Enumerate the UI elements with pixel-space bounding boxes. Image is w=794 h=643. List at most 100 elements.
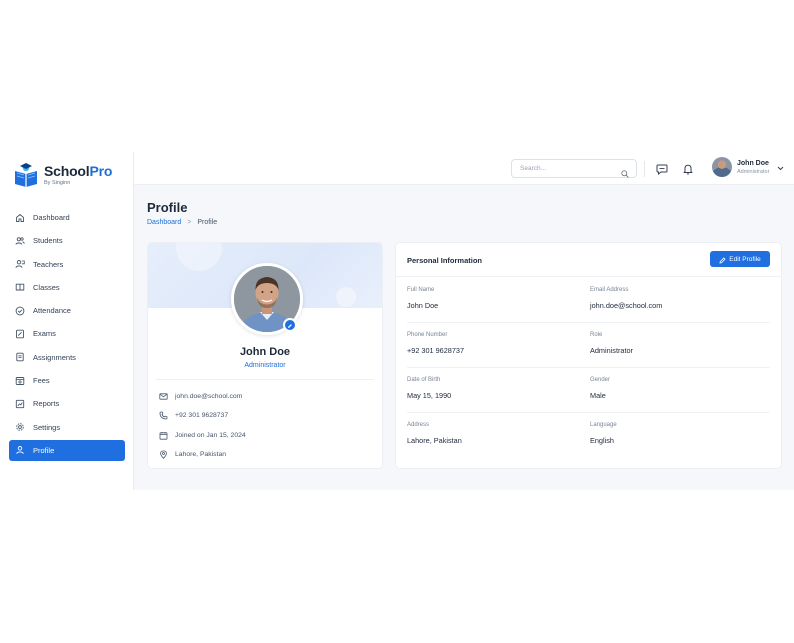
breadcrumb-separator: >: [187, 219, 192, 226]
sidebar-item-label: Dashboard: [33, 213, 70, 222]
sidebar-item-label: Fees: [33, 376, 50, 386]
sidebar-item-label: Exams: [33, 329, 56, 339]
field-email: Email Address john.doe@school.com: [590, 287, 662, 310]
field-value: Male: [590, 391, 606, 400]
field-full-name: Full Name John Doe: [407, 287, 438, 310]
field-label: Language: [590, 422, 617, 428]
divider: [407, 367, 770, 368]
sidebar-item-teachers[interactable]: Teachers: [9, 254, 125, 275]
brand-name: SchoolPro: [44, 163, 113, 179]
pencil-icon: [287, 316, 293, 334]
sidebar-item-fees[interactable]: Fees: [9, 370, 125, 391]
personal-info-card: Personal Information Edit Profile Full N…: [395, 242, 782, 469]
profile-phone-row: +92 301 9628737: [159, 406, 246, 425]
user-icon: [15, 445, 25, 455]
fees-icon: [15, 376, 25, 386]
user-menu[interactable]: John Doe Administrator: [712, 157, 784, 177]
profile-joined-row: Joined on Jan 15, 2024: [159, 426, 246, 445]
sidebar-item-settings[interactable]: Settings: [9, 417, 125, 438]
sidebar-item-label: Classes: [33, 282, 60, 292]
sidebar-item-profile[interactable]: Profile: [9, 439, 125, 461]
sidebar-item-label: Attendance: [33, 306, 71, 316]
sidebar-item-students[interactable]: Students: [9, 230, 125, 251]
field-value: Lahore, Pakistan: [407, 436, 462, 445]
search-box: [511, 159, 637, 178]
teacher-icon: [15, 259, 25, 269]
reports-icon: [15, 399, 25, 409]
classes-icon: [15, 282, 25, 292]
personal-info-header: Personal Information Edit Profile: [396, 243, 781, 277]
edit-profile-button[interactable]: Edit Profile: [710, 251, 770, 267]
breadcrumb-dashboard-link[interactable]: Dashboard: [147, 219, 181, 226]
brand[interactable]: SchoolPro By Singinn: [12, 162, 112, 188]
gear-icon: [15, 422, 25, 432]
app-window: SchoolPro By Singinn Dashboard Students …: [0, 152, 794, 490]
location-pin-icon: [159, 450, 168, 459]
pencil-icon: [719, 252, 726, 267]
phone-icon: [159, 411, 168, 420]
profile-joined: Joined on Jan 15, 2024: [175, 431, 246, 439]
profile-location-row: Lahore, Pakistan: [159, 445, 246, 464]
mail-icon: [159, 392, 168, 401]
topbar: John Doe Administrator: [134, 152, 794, 185]
field-address: Address Lahore, Pakistan: [407, 422, 462, 445]
profile-contact-list: john.doe@school.com +92 301 9628737 Join…: [159, 387, 246, 464]
field-label: Address: [407, 422, 430, 428]
field-label: Role: [590, 332, 603, 338]
breadcrumb: Dashboard > Profile: [147, 219, 217, 226]
profile-phone: +92 301 9628737: [175, 412, 229, 420]
edit-photo-button[interactable]: [283, 318, 297, 332]
brand-tagline: By Singinn: [44, 180, 71, 186]
topbar-divider: [644, 161, 645, 177]
field-value: John Doe: [407, 301, 439, 310]
field-label: Full Name: [407, 287, 435, 293]
divider: [156, 379, 374, 380]
avatar: [712, 157, 732, 177]
profile-email: john.doe@school.com: [175, 393, 243, 401]
message-icon[interactable]: [655, 162, 668, 175]
main-content: John Doe Administrator Profile Dashboard…: [134, 152, 794, 490]
sidebar-item-label: Teachers: [33, 259, 64, 269]
sidebar-item-dashboard[interactable]: Dashboard: [9, 207, 125, 228]
field-value: English: [590, 436, 614, 445]
home-icon: [15, 213, 25, 223]
sidebar-item-reports[interactable]: Reports: [9, 393, 125, 414]
schoolpro-logo-icon: [12, 162, 40, 188]
field-language: Language English: [590, 422, 617, 445]
divider: [407, 322, 770, 323]
field-dob: Date of Birth May 15, 1990: [407, 377, 451, 400]
check-circle-icon: [15, 306, 25, 316]
sidebar-item-assignments[interactable]: Assignments: [9, 347, 125, 368]
search-icon[interactable]: [621, 165, 629, 183]
sidebar-item-label: Reports: [33, 399, 60, 409]
field-role: Role Administrator: [590, 332, 633, 355]
sidebar-item-label: Settings: [33, 422, 61, 432]
field-label: Gender: [590, 377, 611, 383]
profile-location: Lahore, Pakistan: [175, 451, 227, 459]
calendar-icon: [159, 431, 168, 440]
sidebar-item-attendance[interactable]: Attendance: [9, 300, 125, 321]
sidebar-item-exams[interactable]: Exams: [9, 323, 125, 344]
personal-info-title: Personal Information: [407, 256, 483, 265]
sidebar-nav: Dashboard Students Teachers Classes Atte…: [9, 207, 125, 463]
breadcrumb-current: Profile: [197, 219, 218, 226]
assignment-icon: [15, 352, 25, 362]
users-icon: [15, 236, 25, 246]
sidebar-item-label: Students: [33, 236, 63, 246]
sidebar-item-label: Assignments: [33, 352, 76, 362]
bell-icon[interactable]: [681, 162, 694, 175]
page-title: Profile: [147, 200, 188, 215]
sidebar-item-label: Profile: [33, 445, 55, 455]
edit-profile-label: Edit Profile: [729, 255, 761, 263]
search-input[interactable]: [520, 165, 620, 172]
field-phone: Phone Number +92 301 9628737: [407, 332, 464, 355]
field-value: +92 301 9628737: [407, 346, 465, 355]
user-name: John Doe: [737, 159, 769, 167]
field-gender: Gender Male: [590, 377, 610, 400]
divider: [407, 412, 770, 413]
sidebar-item-classes[interactable]: Classes: [9, 277, 125, 298]
field-label: Phone Number: [407, 332, 448, 338]
field-label: Date of Birth: [407, 377, 441, 383]
field-value: john.doe@school.com: [590, 301, 663, 310]
profile-role: Administrator: [244, 362, 286, 369]
